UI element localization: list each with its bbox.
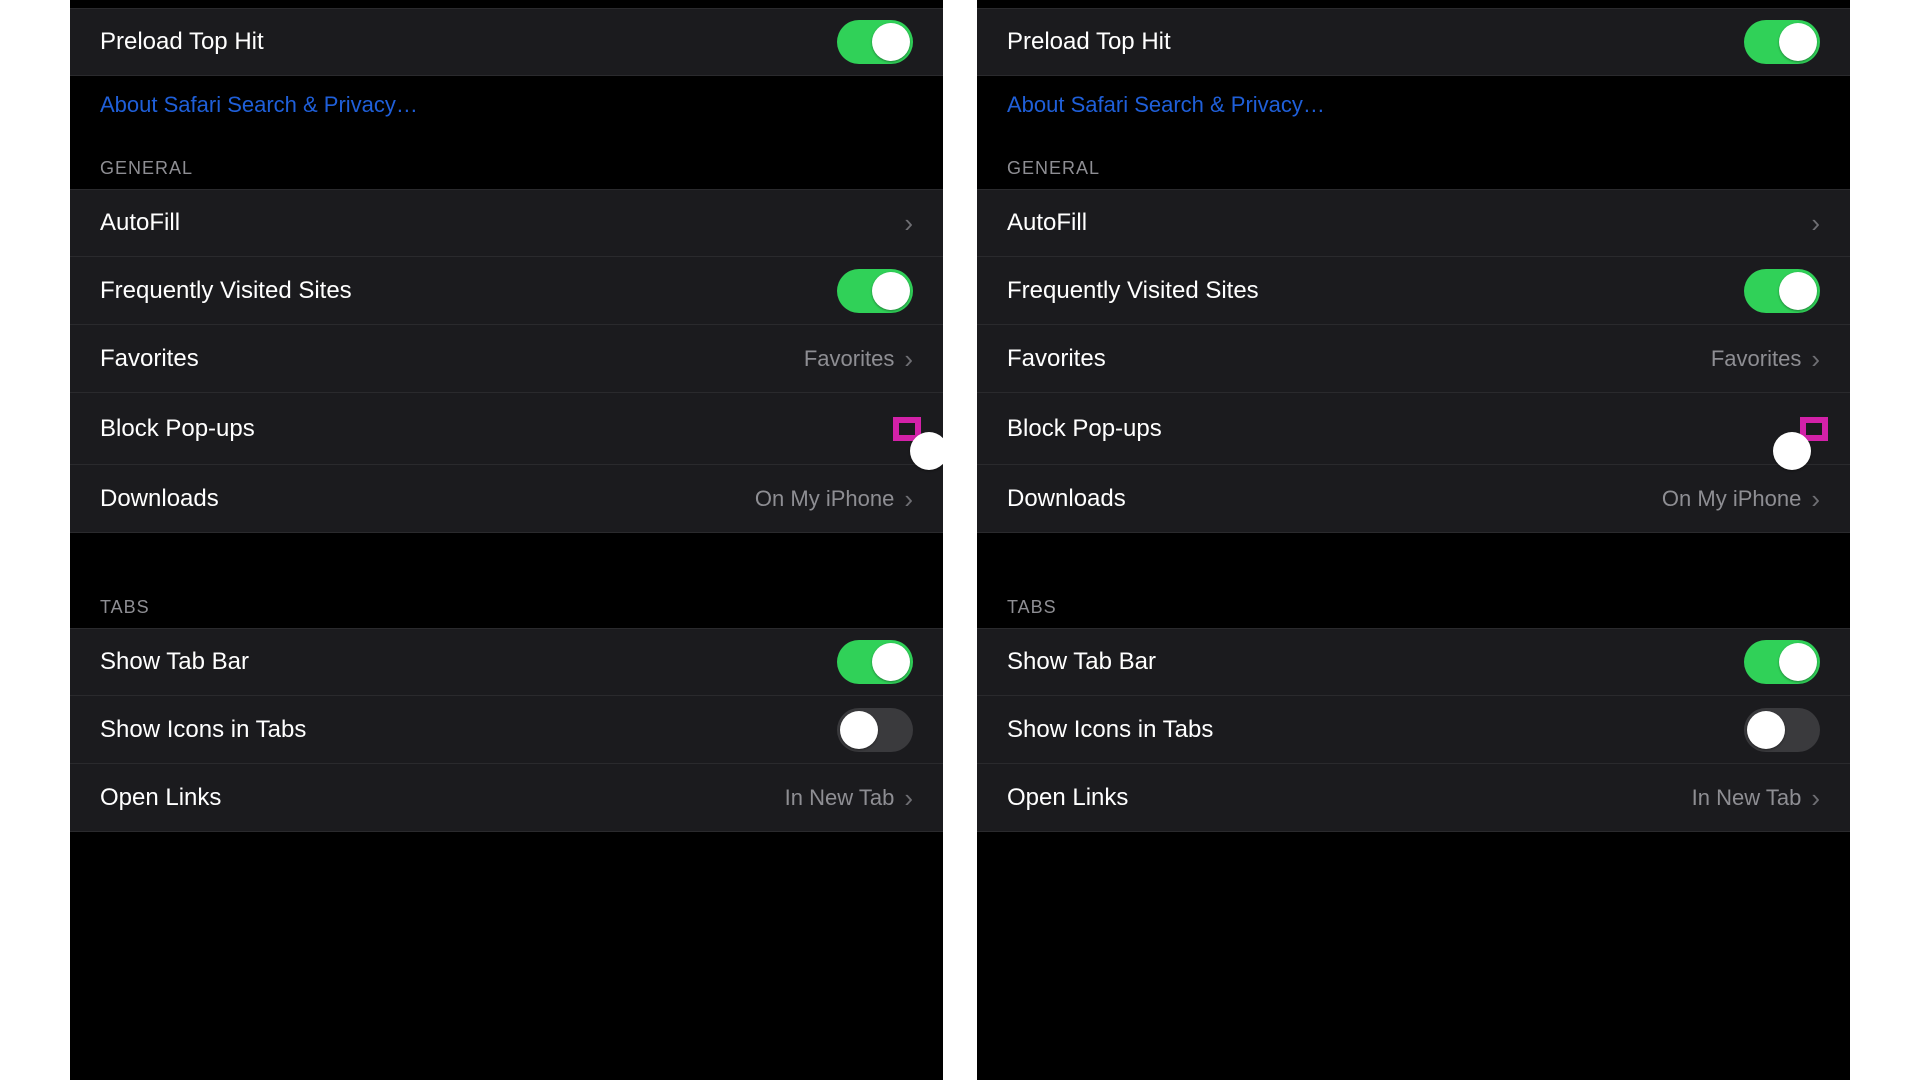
frequently-visited-row[interactable]: Frequently Visited Sites: [977, 257, 1850, 325]
frequently-visited-toggle[interactable]: [837, 269, 913, 313]
favorites-row[interactable]: Favorites Favorites ›: [977, 325, 1850, 393]
show-tab-bar-label: Show Tab Bar: [100, 648, 249, 676]
block-popups-row[interactable]: Block Pop-ups: [70, 393, 943, 465]
downloads-value: On My iPhone: [1662, 486, 1801, 512]
show-tab-bar-label: Show Tab Bar: [1007, 648, 1156, 676]
show-icons-in-tabs-toggle[interactable]: [837, 708, 913, 752]
autofill-label: AutoFill: [1007, 209, 1087, 237]
open-links-value: In New Tab: [1692, 785, 1802, 811]
open-links-value: In New Tab: [785, 785, 895, 811]
comparison-stage: Preload Top Hit About Safari Search & Pr…: [0, 0, 1920, 1080]
downloads-row[interactable]: Downloads On My iPhone ›: [977, 465, 1850, 533]
section-header-tabs: TABS: [977, 589, 1850, 628]
downloads-label: Downloads: [100, 485, 219, 513]
show-tab-bar-toggle[interactable]: [837, 640, 913, 684]
favorites-label: Favorites: [100, 345, 199, 373]
section-header-general: GENERAL: [977, 128, 1850, 189]
preload-top-hit-row[interactable]: Preload Top Hit: [977, 8, 1850, 76]
show-tab-bar-toggle[interactable]: [1744, 640, 1820, 684]
autofill-row[interactable]: AutoFill ›: [977, 189, 1850, 257]
chevron-right-icon: ›: [1811, 486, 1820, 512]
block-popups-row[interactable]: Block Pop-ups: [977, 393, 1850, 465]
highlight-box: [893, 417, 921, 441]
preload-top-hit-row[interactable]: Preload Top Hit: [70, 8, 943, 76]
favorites-row[interactable]: Favorites Favorites ›: [70, 325, 943, 393]
downloads-label: Downloads: [1007, 485, 1126, 513]
preload-top-hit-toggle[interactable]: [1744, 20, 1820, 64]
about-search-privacy-link[interactable]: About Safari Search & Privacy…: [100, 92, 418, 117]
settings-panel-left: Preload Top Hit About Safari Search & Pr…: [70, 0, 943, 1080]
show-icons-in-tabs-label: Show Icons in Tabs: [100, 716, 306, 744]
preload-top-hit-toggle[interactable]: [837, 20, 913, 64]
show-tab-bar-row[interactable]: Show Tab Bar: [977, 628, 1850, 696]
show-icons-in-tabs-toggle[interactable]: [1744, 708, 1820, 752]
frequently-visited-label: Frequently Visited Sites: [1007, 277, 1259, 305]
frequently-visited-label: Frequently Visited Sites: [100, 277, 352, 305]
about-search-privacy-row[interactable]: About Safari Search & Privacy…: [977, 76, 1850, 128]
about-search-privacy-link[interactable]: About Safari Search & Privacy…: [1007, 92, 1325, 117]
show-icons-in-tabs-row[interactable]: Show Icons in Tabs: [70, 696, 943, 764]
chevron-right-icon: ›: [1811, 210, 1820, 236]
autofill-row[interactable]: AutoFill ›: [70, 189, 943, 257]
settings-panel-right: Preload Top Hit About Safari Search & Pr…: [977, 0, 1850, 1080]
highlight-box: [1800, 417, 1828, 441]
chevron-right-icon: ›: [904, 486, 913, 512]
show-tab-bar-row[interactable]: Show Tab Bar: [70, 628, 943, 696]
show-icons-in-tabs-label: Show Icons in Tabs: [1007, 716, 1213, 744]
downloads-value: On My iPhone: [755, 486, 894, 512]
about-search-privacy-row[interactable]: About Safari Search & Privacy…: [70, 76, 943, 128]
chevron-right-icon: ›: [1811, 346, 1820, 372]
chevron-right-icon: ›: [904, 346, 913, 372]
block-popups-label: Block Pop-ups: [100, 415, 255, 443]
open-links-label: Open Links: [1007, 784, 1128, 812]
chevron-right-icon: ›: [904, 785, 913, 811]
favorites-label: Favorites: [1007, 345, 1106, 373]
open-links-label: Open Links: [100, 784, 221, 812]
autofill-label: AutoFill: [100, 209, 180, 237]
open-links-row[interactable]: Open Links In New Tab ›: [977, 764, 1850, 832]
chevron-right-icon: ›: [904, 210, 913, 236]
favorites-value: Favorites: [1711, 346, 1801, 372]
favorites-value: Favorites: [804, 346, 894, 372]
frequently-visited-toggle[interactable]: [1744, 269, 1820, 313]
preload-top-hit-label: Preload Top Hit: [1007, 28, 1171, 56]
preload-top-hit-label: Preload Top Hit: [100, 28, 264, 56]
frequently-visited-row[interactable]: Frequently Visited Sites: [70, 257, 943, 325]
section-header-general: GENERAL: [70, 128, 943, 189]
downloads-row[interactable]: Downloads On My iPhone ›: [70, 465, 943, 533]
open-links-row[interactable]: Open Links In New Tab ›: [70, 764, 943, 832]
block-popups-label: Block Pop-ups: [1007, 415, 1162, 443]
show-icons-in-tabs-row[interactable]: Show Icons in Tabs: [977, 696, 1850, 764]
chevron-right-icon: ›: [1811, 785, 1820, 811]
section-header-tabs: TABS: [70, 589, 943, 628]
